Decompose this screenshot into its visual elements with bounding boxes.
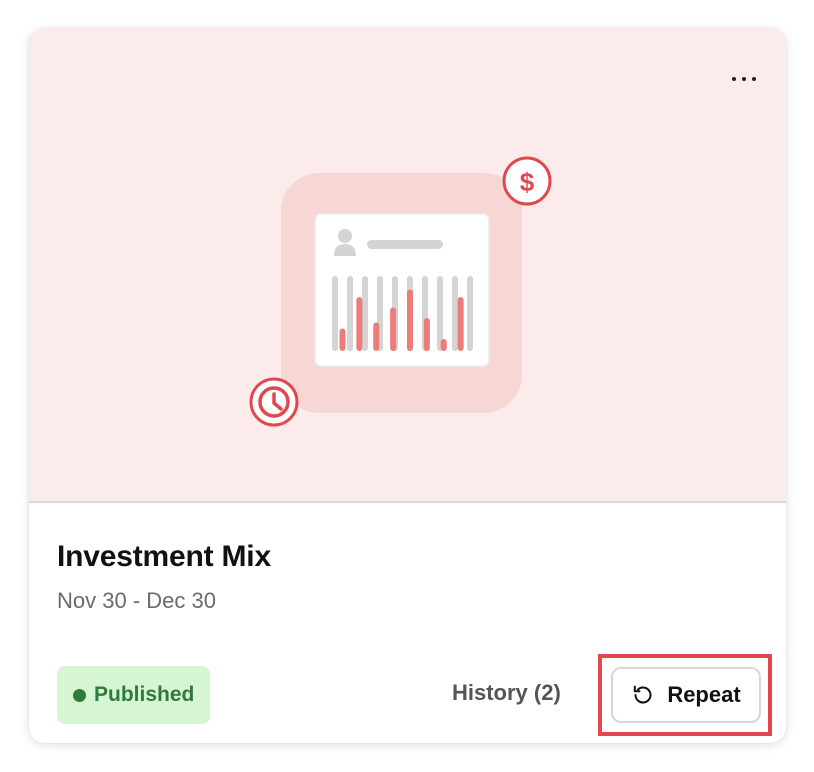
repeat-button[interactable]: Repeat	[611, 667, 761, 723]
report-illustration: $	[249, 156, 552, 427]
dollar-badge-icon: $	[502, 156, 552, 206]
report-bar-track	[467, 276, 473, 351]
status-dot-icon	[73, 688, 86, 702]
report-bar-track	[362, 276, 368, 351]
report-header-line	[367, 240, 443, 249]
rotate-ccw-icon	[634, 685, 652, 704]
report-bar-value	[440, 339, 447, 351]
report-bar-track	[332, 276, 338, 351]
card-hero: $	[29, 28, 786, 503]
card-title: Investment Mix	[57, 540, 271, 573]
report-bar-track	[347, 276, 353, 351]
status-label: Published	[94, 683, 195, 706]
report-bar-value	[407, 289, 413, 351]
status-badge: Published	[57, 666, 211, 724]
report-bar-track	[452, 276, 458, 351]
card: $ Investment Mix Nov 30 - Dec 30 Publish…	[29, 28, 786, 743]
report-bar-value	[457, 297, 464, 351]
history-link[interactable]: History (2)	[452, 680, 561, 706]
report-bar-value	[356, 297, 363, 351]
report-bar-value	[373, 322, 380, 351]
date-range: Nov 30 - Dec 30	[57, 588, 216, 613]
clock-badge-icon	[249, 377, 299, 427]
report-bar-value	[339, 328, 346, 351]
report-bar-value	[423, 318, 430, 351]
report-bar-value	[390, 307, 397, 351]
svg-text:$: $	[520, 167, 535, 197]
repeat-label: Repeat	[667, 682, 741, 707]
